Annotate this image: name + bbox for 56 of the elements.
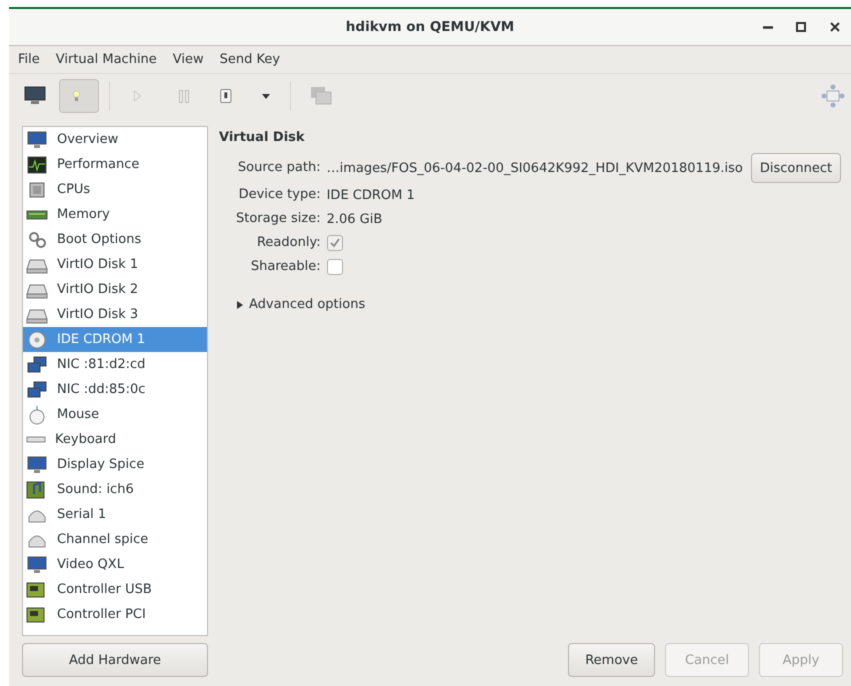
field-label: Shareable: — [250, 258, 321, 276]
add-hardware-button[interactable]: Add Hardware — [22, 643, 208, 677]
window-title: hdikvm on QEMU/KVM — [346, 19, 514, 35]
hardware-item[interactable]: Performance — [23, 152, 207, 177]
checkbox[interactable] — [326, 259, 343, 275]
hardware-item[interactable]: VirtIO Disk 3 — [23, 302, 207, 327]
menu-item[interactable]: Send Key — [220, 52, 280, 67]
field-label: Source path: — [238, 159, 321, 177]
hardware-item[interactable]: VirtIO Disk 2 — [23, 277, 207, 302]
hardware-item[interactable]: CPUs — [23, 177, 207, 202]
section-title: Virtual Disk — [219, 130, 306, 145]
move-arrows-icon — [821, 84, 845, 108]
menu-item[interactable]: Virtual Machine — [56, 52, 157, 67]
cd-icon — [26, 330, 48, 350]
graph-icon — [26, 154, 48, 174]
hardware-item[interactable]: Boot Options — [23, 227, 207, 252]
monitor-icon — [26, 130, 48, 150]
monitor-icon — [26, 554, 48, 574]
network-icon — [26, 380, 48, 400]
hardware-item[interactable]: Controller PCI — [23, 602, 207, 627]
keyboard-icon — [26, 436, 46, 443]
expander-arrow-icon — [236, 300, 244, 310]
hardware-item[interactable]: Overview — [23, 127, 207, 152]
field-label: Storage size: — [236, 210, 321, 228]
maximize-icon — [795, 21, 807, 33]
minimize-icon — [763, 26, 773, 28]
hardware-item[interactable]: VirtIO Disk 1 — [23, 252, 207, 277]
monitor-icon — [26, 454, 48, 474]
hardware-item[interactable]: Memory — [23, 202, 207, 227]
hardware-item[interactable]: Serial 1 — [23, 502, 207, 527]
menu-item[interactable]: File — [18, 52, 40, 67]
hardware-item[interactable]: Display Spice — [23, 452, 207, 477]
hardware-item[interactable]: Channel spice — [23, 527, 207, 552]
caret-icon — [260, 92, 272, 100]
field-label: Readonly: — [256, 234, 321, 252]
checkbox[interactable] — [326, 235, 343, 251]
field-value: IDE CDROM 1 — [326, 188, 415, 202]
hardware-item[interactable]: Keyboard — [23, 427, 207, 452]
screens-icon — [309, 86, 333, 106]
field-value: …images/FOS_06-04-02-00_SI0642K992_HDI_KVM20180119.iso — [326, 160, 743, 176]
monitor-icon — [23, 86, 47, 106]
close-icon — [829, 21, 841, 33]
network-icon — [26, 354, 48, 374]
advanced-options-expander[interactable]: Advanced options — [219, 297, 843, 312]
dialog-button[interactable]: Remove — [568, 643, 655, 677]
hardware-item[interactable]: Video QXL — [23, 552, 207, 577]
hardware-item[interactable]: Mouse — [23, 402, 207, 427]
pause-icon — [179, 90, 189, 102]
hardware-item[interactable]: Sound: ich6 — [23, 477, 207, 502]
hardware-item[interactable]: NIC :dd:85:0c — [23, 377, 207, 402]
hardware-item[interactable]: Controller USB — [23, 577, 207, 602]
menu-item[interactable]: View — [172, 52, 204, 67]
field-label: Device type: — [238, 186, 321, 204]
field-value: 2.06 GiB — [326, 212, 382, 226]
disconnect-button[interactable]: Disconnect — [750, 153, 842, 183]
hardware-item[interactable]: NIC :81:d2:cd — [23, 352, 207, 377]
